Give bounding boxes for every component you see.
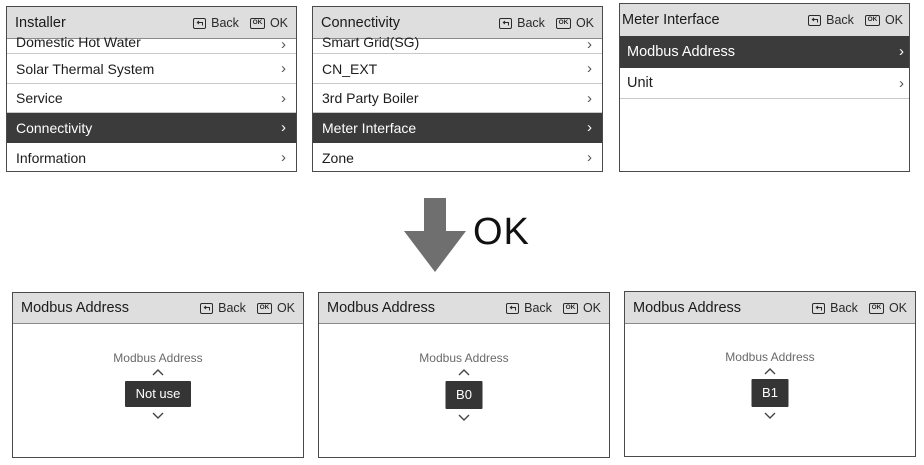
- modbus-address-screen-2: Modbus Address Back OK OK Modbus Address…: [318, 292, 610, 458]
- back-return-icon[interactable]: [200, 302, 214, 314]
- modbus-screen-title: Modbus Address: [633, 300, 742, 316]
- caret-down-icon[interactable]: [152, 412, 164, 420]
- back-label[interactable]: Back: [826, 13, 854, 27]
- ok-key-icon[interactable]: OK: [256, 302, 272, 314]
- meter-interface-header: Meter Interface Back OK OK: [620, 4, 909, 37]
- modbus-screen-header-actions: Back OK OK: [200, 301, 295, 315]
- back-label[interactable]: Back: [524, 301, 552, 315]
- modbus-screen-header-actions: Back OK OK: [812, 301, 907, 315]
- modbus-address-caption: Modbus Address: [113, 351, 203, 365]
- modbus-address-value[interactable]: B0: [445, 381, 483, 409]
- installer-panel: Installer Back OK OK Domestic Hot Water …: [6, 6, 297, 172]
- back-return-icon[interactable]: [499, 17, 513, 29]
- modbus-screen-header: Modbus Address Back OK OK: [13, 293, 303, 324]
- installer-title: Installer: [15, 15, 66, 31]
- caret-down-icon[interactable]: [458, 414, 470, 422]
- chevron-right-icon: ›: [899, 74, 904, 92]
- menu-item-label: Smart Grid(SG): [322, 34, 420, 50]
- ok-label[interactable]: OK: [277, 301, 295, 315]
- back-return-icon[interactable]: [506, 302, 520, 314]
- connectivity-panel: Connectivity Back OK OK Smart Grid(SG) ›…: [312, 6, 603, 172]
- installer-header-actions: Back OK OK: [193, 16, 288, 30]
- menu-item-smart-grid[interactable]: Smart Grid(SG) ›: [313, 34, 602, 54]
- back-return-icon[interactable]: [808, 14, 822, 26]
- ok-label[interactable]: OK: [889, 301, 907, 315]
- menu-item-label: Connectivity: [16, 119, 93, 136]
- transition-ok-label: OK: [473, 211, 530, 253]
- menu-item-label: Domestic Hot Water: [16, 34, 141, 50]
- caret-up-icon[interactable]: [152, 368, 164, 376]
- ok-key-icon[interactable]: OK: [555, 17, 571, 29]
- ok-label[interactable]: OK: [885, 13, 903, 27]
- menu-item-label: Modbus Address: [627, 43, 736, 60]
- ok-label[interactable]: OK: [583, 301, 601, 315]
- modbus-screen-title: Modbus Address: [327, 300, 436, 316]
- menu-item-label: Meter Interface: [322, 119, 417, 136]
- modbus-screen-title: Modbus Address: [21, 300, 130, 316]
- menu-item-modbus-address[interactable]: Modbus Address ›: [620, 36, 909, 68]
- chevron-right-icon: ›: [587, 89, 592, 107]
- chevron-right-icon: ›: [281, 119, 286, 136]
- back-label[interactable]: Back: [218, 301, 246, 315]
- back-label[interactable]: Back: [517, 16, 545, 30]
- back-return-icon[interactable]: [812, 302, 826, 314]
- chevron-right-icon: ›: [587, 36, 592, 53]
- meter-interface-panel: Meter Interface Back OK OK Modbus Addres…: [619, 3, 910, 172]
- ok-key-icon[interactable]: OK: [868, 302, 884, 314]
- menu-item-zone[interactable]: Zone ›: [313, 143, 602, 171]
- back-label[interactable]: Back: [830, 301, 858, 315]
- menu-item-3rd-party-boiler[interactable]: 3rd Party Boiler ›: [313, 84, 602, 113]
- chevron-right-icon: ›: [899, 43, 904, 60]
- menu-item-cn-ext[interactable]: CN_EXT ›: [313, 54, 602, 84]
- modbus-address-value[interactable]: Not use: [125, 381, 191, 407]
- ok-key-icon[interactable]: OK: [562, 302, 578, 314]
- ok-key-icon[interactable]: OK: [249, 17, 265, 29]
- caret-up-icon[interactable]: [458, 368, 470, 376]
- modbus-screen-header: Modbus Address Back OK OK: [625, 292, 915, 324]
- menu-item-label: Information: [16, 149, 87, 166]
- menu-item-meter-interface[interactable]: Meter Interface ›: [313, 113, 602, 143]
- menu-item-domestic-hot-water[interactable]: Domestic Hot Water ›: [7, 34, 296, 54]
- back-label[interactable]: Back: [211, 16, 239, 30]
- modbus-address-screen-1: Modbus Address Back OK OK Modbus Address…: [12, 292, 304, 458]
- menu-item-unit[interactable]: Unit ›: [620, 68, 909, 99]
- chevron-right-icon: ›: [281, 89, 286, 107]
- chevron-right-icon: ›: [587, 119, 592, 136]
- meter-interface-header-actions: Back OK OK: [808, 13, 903, 27]
- menu-item-service[interactable]: Service ›: [7, 84, 296, 113]
- menu-item-label: Zone: [322, 149, 354, 166]
- ok-key-icon[interactable]: OK: [864, 14, 880, 26]
- connectivity-header-actions: Back OK OK: [499, 16, 594, 30]
- modbus-address-caption: Modbus Address: [725, 350, 815, 364]
- back-return-icon[interactable]: [193, 17, 207, 29]
- menu-item-label: Service: [16, 90, 63, 106]
- ok-label[interactable]: OK: [576, 16, 594, 30]
- menu-item-solar-thermal-system[interactable]: Solar Thermal System ›: [7, 54, 296, 84]
- menu-item-label: CN_EXT: [322, 60, 378, 77]
- menu-item-label: 3rd Party Boiler: [322, 90, 419, 106]
- ok-label[interactable]: OK: [270, 16, 288, 30]
- modbus-address-value[interactable]: B1: [751, 379, 789, 407]
- modbus-screen-header: Modbus Address Back OK OK: [319, 293, 609, 324]
- caret-up-icon[interactable]: [764, 367, 776, 375]
- chevron-right-icon: ›: [281, 149, 286, 166]
- connectivity-title: Connectivity: [321, 15, 400, 31]
- modbus-address-caption: Modbus Address: [419, 351, 509, 365]
- modbus-address-screen-3: Modbus Address Back OK OK Modbus Address…: [624, 291, 916, 457]
- meter-interface-title: Meter Interface: [622, 12, 720, 28]
- caret-down-icon[interactable]: [764, 412, 776, 420]
- menu-item-label: Unit: [627, 75, 653, 91]
- menu-item-information[interactable]: Information ›: [7, 143, 296, 171]
- modbus-screen-header-actions: Back OK OK: [506, 301, 601, 315]
- chevron-right-icon: ›: [587, 149, 592, 166]
- menu-item-connectivity[interactable]: Connectivity ›: [7, 113, 296, 143]
- chevron-right-icon: ›: [281, 60, 286, 77]
- down-arrow-icon: [404, 198, 466, 272]
- chevron-right-icon: ›: [587, 60, 592, 77]
- menu-item-label: Solar Thermal System: [16, 60, 155, 77]
- chevron-right-icon: ›: [281, 36, 286, 53]
